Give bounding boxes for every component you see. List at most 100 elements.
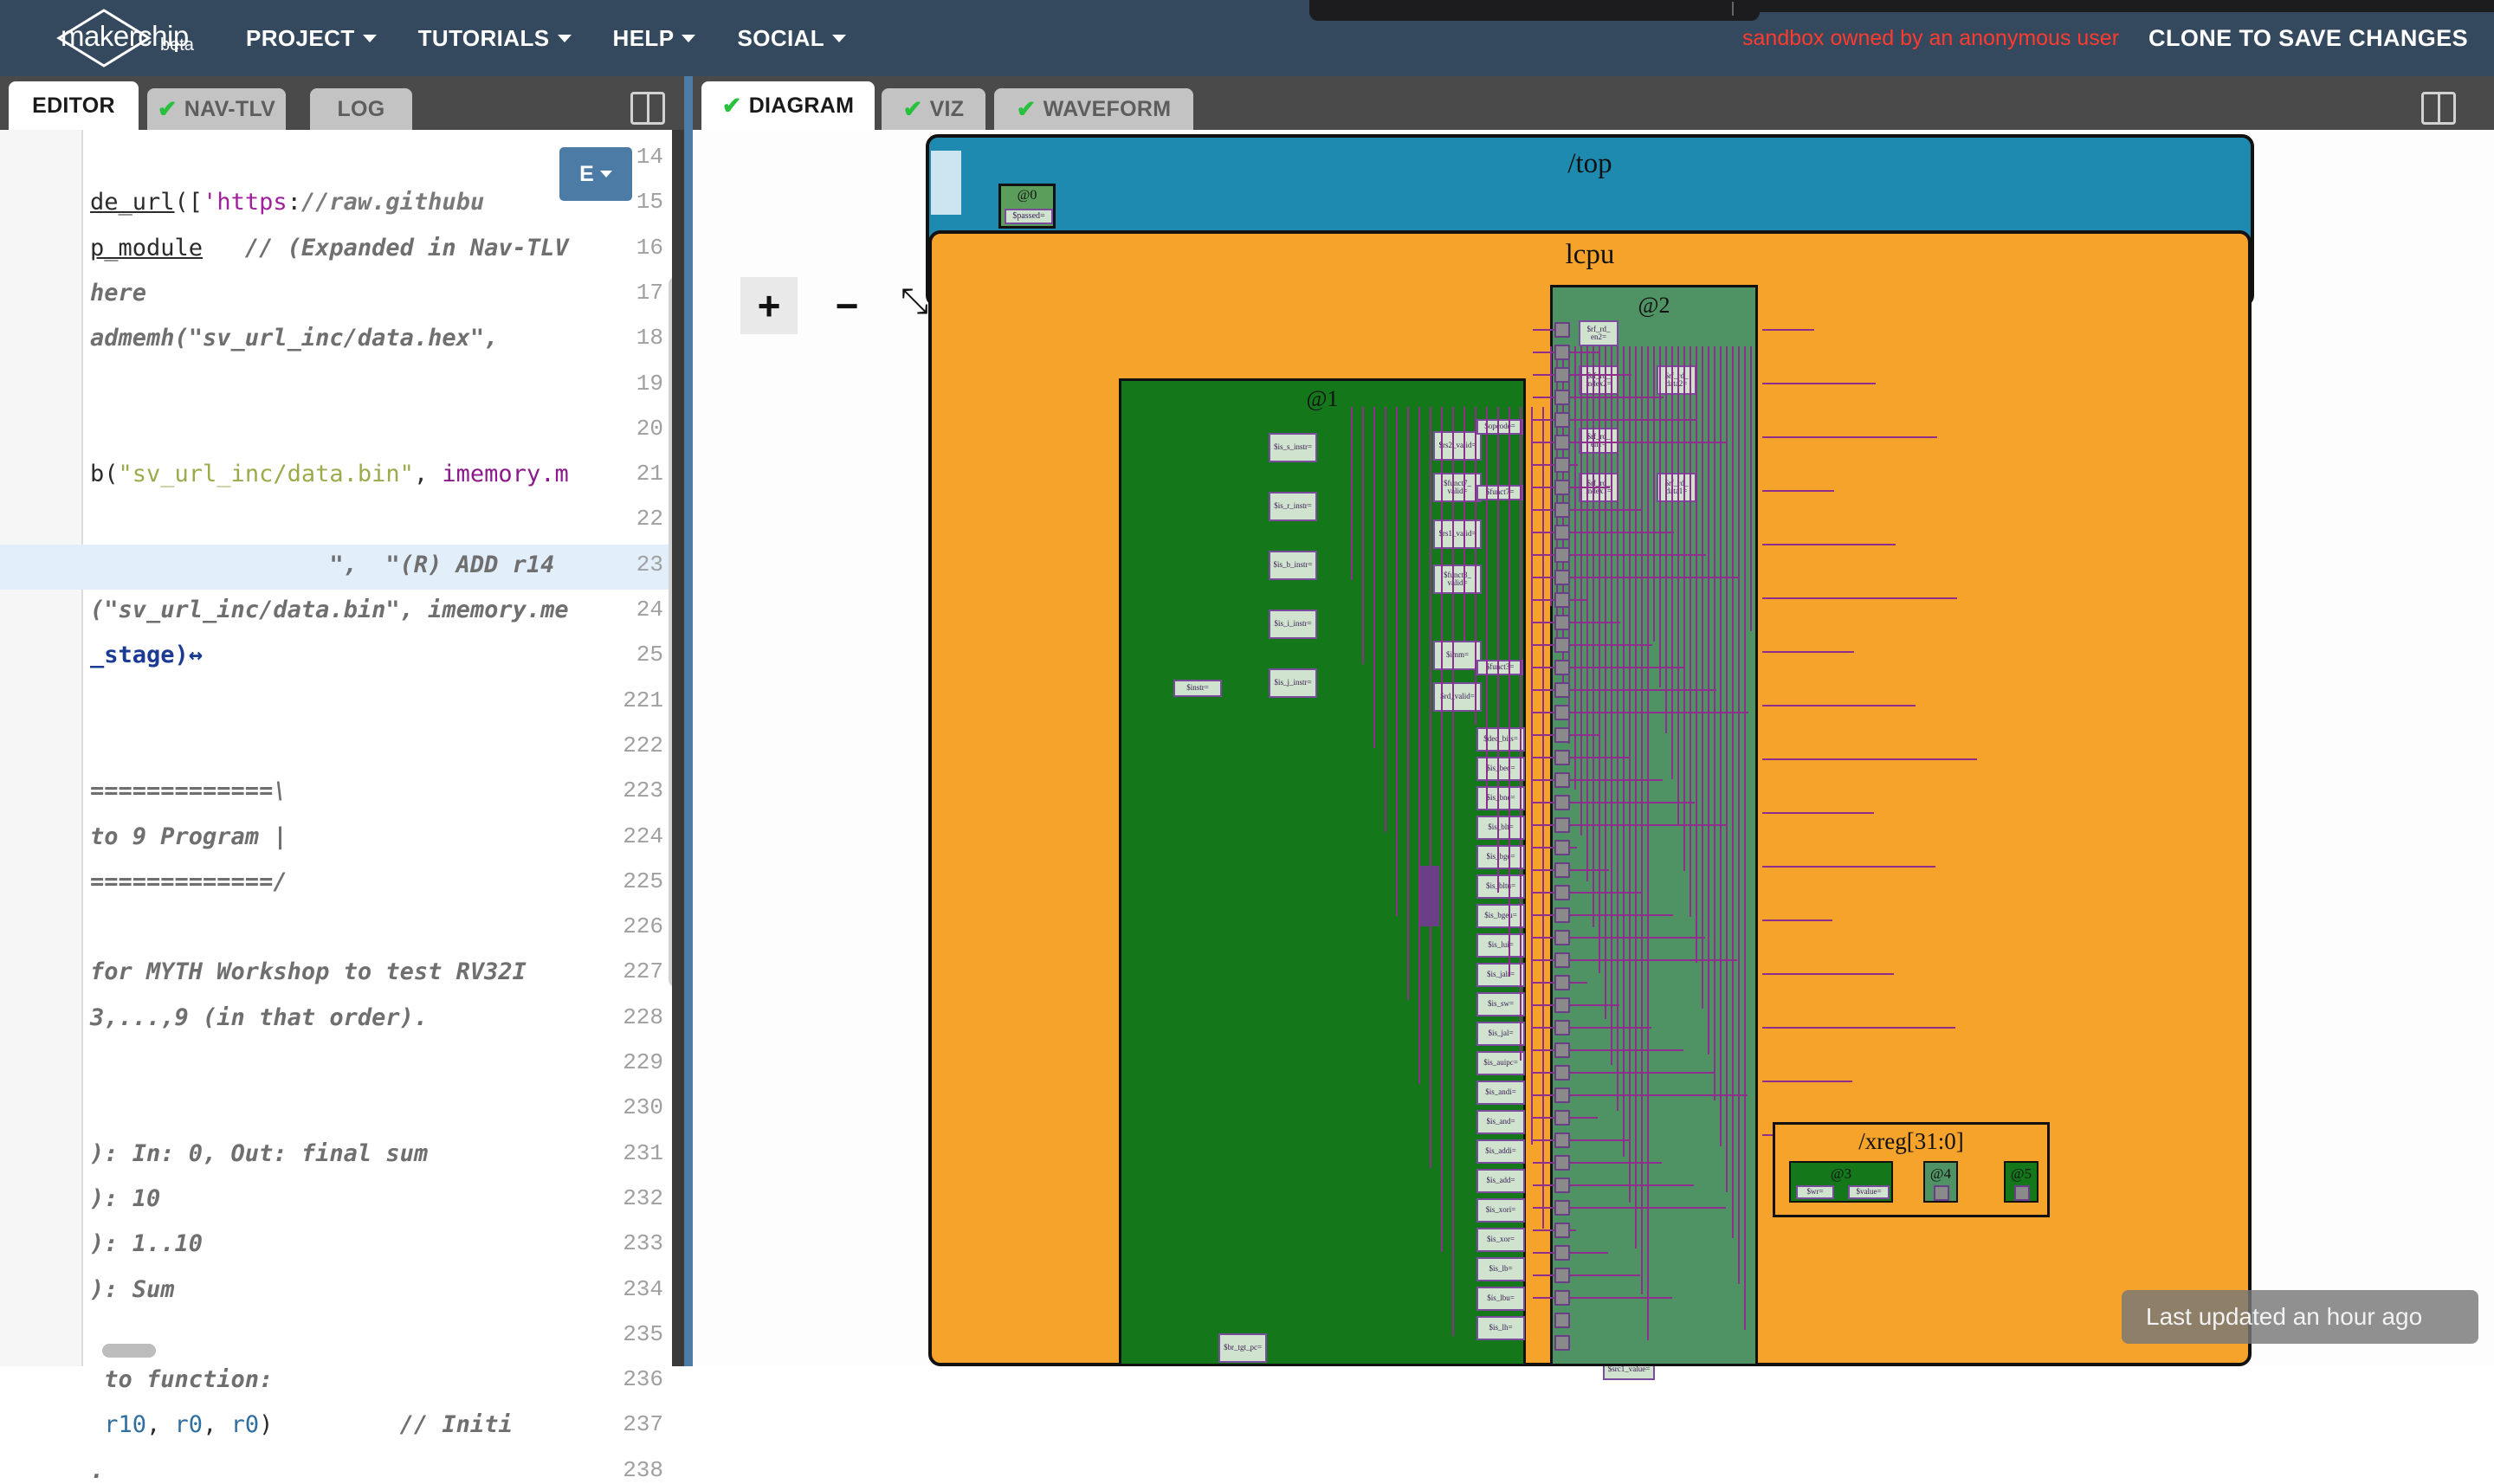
nav-item-social[interactable]: SOCIAL (716, 25, 867, 52)
stage-port[interactable] (1554, 952, 1570, 968)
signal-chip[interactable]: $is_​lui= (1476, 933, 1525, 958)
stage-port[interactable] (1554, 840, 1570, 855)
code-line[interactable]: ("sv_url_inc/data.bin", imemory.me (90, 597, 569, 623)
code-line[interactable]: r10, r0, r0) // Initi (90, 1411, 513, 1438)
stage-port[interactable] (1554, 817, 1570, 833)
signal-chip[interactable]: $br_​tgt_​pc= (1218, 1333, 1267, 1363)
signal-chip[interactable]: $is_​bltu= (1476, 874, 1525, 899)
signal-chip[interactable]: $is_​r_​instr= (1269, 492, 1317, 521)
code-line[interactable]: for MYTH Workshop to test RV32I (90, 958, 527, 985)
stage-port[interactable] (1554, 615, 1570, 630)
zoom-out-button[interactable]: − (818, 277, 875, 334)
stage-port[interactable] (1554, 480, 1570, 495)
stage-port[interactable] (1554, 322, 1570, 338)
stage-port[interactable] (1934, 1185, 1949, 1201)
stage-port[interactable] (1554, 1065, 1570, 1081)
stage-port[interactable] (1554, 1200, 1570, 1216)
stage-port[interactable] (2014, 1185, 2030, 1201)
diagram-stage-at4[interactable]: @4 (1923, 1161, 1958, 1203)
stage-port[interactable] (1554, 930, 1570, 945)
stage-port[interactable] (1554, 1132, 1570, 1148)
code-line[interactable]: b("sv_url_inc/data.bin", imemory.m (90, 461, 569, 487)
stage-port[interactable] (1554, 435, 1570, 450)
nav-item-tutorials[interactable]: TUTORIALS (397, 25, 592, 52)
signal-chip[interactable]: $is_​b_​instr= (1269, 551, 1317, 580)
stage-port[interactable] (1554, 502, 1570, 518)
signal-chip[interactable]: $is_​j_​instr= (1269, 668, 1317, 698)
stage-port[interactable] (1554, 525, 1570, 540)
signal-chip-wr[interactable]: $wr= (1796, 1185, 1834, 1199)
code-line[interactable]: to function: (90, 1366, 273, 1393)
signal-chip[interactable]: $is_​xori= (1476, 1198, 1525, 1223)
stage-port[interactable] (1554, 1268, 1570, 1283)
stage-port[interactable] (1554, 1042, 1570, 1058)
diagram-block-xreg[interactable]: /xreg[31:0] @3 $wr= $value= @4 @5 (1773, 1122, 2050, 1217)
stage-port[interactable] (1554, 1110, 1570, 1126)
signal-chip-value[interactable]: $value= (1848, 1185, 1890, 1199)
signal-chip[interactable]: $is_​add= (1476, 1169, 1525, 1193)
signal-chip[interactable]: $is_​sw= (1476, 992, 1525, 1016)
signal-chip[interactable]: $is_​bge= (1476, 845, 1525, 869)
stage-port[interactable] (1554, 1245, 1570, 1261)
stage-port[interactable] (1554, 727, 1570, 743)
stage-port[interactable] (1554, 637, 1570, 653)
code-line[interactable]: ): 10 (90, 1185, 160, 1212)
signal-chip[interactable]: $is_​s_​instr= (1269, 433, 1317, 462)
tab-nav-tlv[interactable]: ✔ NAV-TLV (147, 88, 286, 130)
code-line[interactable]: =============\ (90, 777, 288, 804)
signal-chip[interactable]: $is_​auipc= (1476, 1051, 1525, 1075)
stage-port[interactable] (1554, 367, 1570, 383)
stage-port[interactable] (1554, 885, 1570, 900)
brand-logo[interactable]: makerchip beta (26, 4, 199, 72)
stage-port[interactable] (1554, 1290, 1570, 1306)
code-line[interactable]: ): 1..10 (90, 1230, 203, 1257)
signal-chip-passed[interactable]: $passed= (1005, 209, 1053, 224)
code-line[interactable]: 3,...,9 (in that order). (90, 1004, 428, 1031)
signal-chip[interactable]: $is_​blt= (1476, 816, 1525, 840)
stage-port[interactable] (1554, 795, 1570, 810)
code-line[interactable]: =============/ (90, 868, 288, 895)
signal-chip[interactable]: $is_​beq= (1476, 757, 1525, 781)
signal-chip[interactable]: $funct3= (1476, 660, 1523, 675)
stage-port[interactable] (1554, 862, 1570, 878)
zoom-in-button[interactable]: + (740, 277, 798, 334)
signal-chip[interactable]: $is_​lb= (1476, 1257, 1525, 1281)
signal-chip[interactable]: $is_​i_​instr= (1269, 610, 1317, 639)
code-line[interactable]: here (90, 280, 146, 306)
code-line[interactable]: p_module // (Expanded in Nav-TLV (90, 235, 569, 261)
stage-port[interactable] (1554, 390, 1570, 405)
stage-port[interactable] (1554, 592, 1570, 608)
tab-viz[interactable]: ✔ VIZ (882, 88, 985, 130)
signal-chip[interactable]: $is_​bne= (1476, 786, 1525, 810)
signal-chip[interactable]: $is_​jal= (1476, 1022, 1525, 1046)
signal-chip[interactable]: $is_​xor= (1476, 1228, 1525, 1252)
signal-chip[interactable]: $instr= (1173, 680, 1222, 697)
signal-chip[interactable]: $funct7= (1476, 485, 1523, 500)
stage-port[interactable] (1554, 1335, 1570, 1351)
code-line[interactable]: _stage)↔ (90, 642, 203, 668)
stage-port[interactable] (1554, 1178, 1570, 1193)
stage-port[interactable] (1554, 457, 1570, 473)
signal-mux[interactable] (1420, 866, 1439, 926)
code-line[interactable]: to 9 Program | (90, 823, 288, 850)
signal-chip[interactable]: $is_​andi= (1476, 1081, 1525, 1105)
signal-chip[interactable]: $dec_​bits= (1476, 727, 1525, 752)
stage-port[interactable] (1554, 1020, 1570, 1036)
signal-chip[interactable]: $opcode= (1476, 419, 1523, 435)
split-pane-icon-right[interactable] (2421, 92, 2456, 125)
signal-chip[interactable]: $is_​and= (1476, 1110, 1525, 1134)
stage-port[interactable] (1554, 975, 1570, 990)
diagram-stage-at3[interactable]: @3 $wr= $value= (1789, 1161, 1893, 1203)
stage-port[interactable] (1554, 750, 1570, 765)
signal-chip[interactable]: $is_​lh= (1476, 1316, 1525, 1340)
stage-port[interactable] (1554, 412, 1570, 428)
code-line[interactable]: de_url(['https://raw.githubu (90, 189, 484, 216)
stage-port[interactable] (1554, 1223, 1570, 1238)
stage-port[interactable] (1554, 1087, 1570, 1103)
stage-port[interactable] (1554, 682, 1570, 698)
code-line[interactable]: . (90, 1457, 104, 1484)
signal-chip[interactable]: $is_​lbu= (1476, 1287, 1525, 1311)
tab-diagram[interactable]: ✔ DIAGRAM (701, 81, 875, 130)
stage-port[interactable] (1554, 772, 1570, 788)
diagram-stage-at0[interactable]: @0 $passed= (998, 184, 1056, 229)
